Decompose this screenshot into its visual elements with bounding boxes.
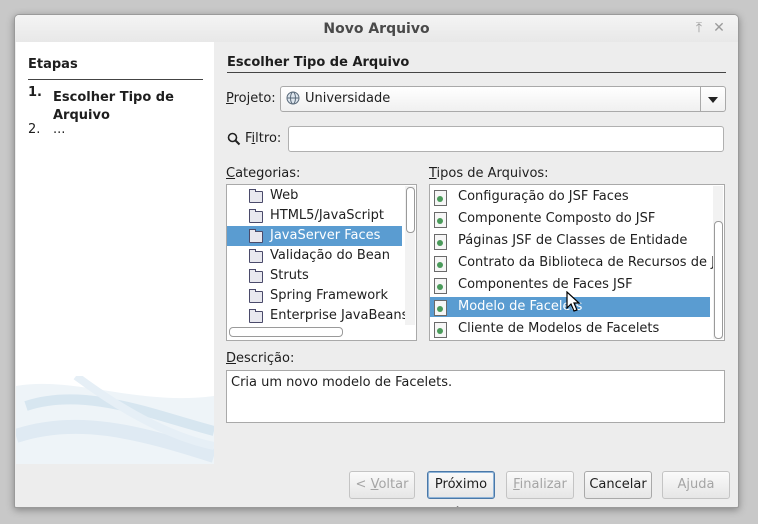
file-types-vscrollbar[interactable]	[713, 186, 723, 339]
filter-input[interactable]	[288, 126, 724, 152]
project-select[interactable]: Universidade	[280, 86, 726, 112]
project-globe-icon	[286, 91, 300, 105]
file-type-item[interactable]: Cliente de Modelos de Facelets	[430, 319, 710, 339]
description-text: Cria um novo modelo de Facelets.	[231, 375, 453, 390]
new-file-dialog: Novo Arquivo ⤒ ✕ Etapas 1. Escolher Tipo…	[14, 14, 739, 508]
file-type-item[interactable]: Páginas JSF de Classes de Entidade	[430, 231, 710, 251]
folder-icon	[249, 289, 263, 303]
description-label: Descrição:	[226, 351, 295, 366]
steps-divider	[28, 79, 203, 80]
file-type-icon	[434, 256, 447, 272]
mouse-pointer-icon	[566, 291, 581, 312]
folder-icon	[249, 209, 263, 223]
title-bar[interactable]: Novo Arquivo ⤒ ✕	[15, 15, 738, 42]
decorative-swoosh-image	[16, 376, 214, 464]
next-button[interactable]: Próximo >	[427, 471, 495, 507]
file-type-icon	[434, 278, 447, 294]
scrollbar-thumb[interactable]	[714, 221, 723, 339]
file-types-label: Tipos de Arquivos:	[429, 166, 549, 181]
file-type-icon	[434, 212, 447, 228]
pin-icon[interactable]: ⤒	[692, 21, 706, 35]
step-label: ...	[53, 122, 66, 137]
category-item[interactable]: Web	[227, 186, 402, 206]
category-item[interactable]: Validação do Bean	[227, 246, 402, 266]
filter-label: Filtro:	[245, 131, 282, 146]
category-item-selected[interactable]: JavaServer Faces	[227, 226, 402, 246]
categories-list[interactable]: Web HTML5/JavaScript JavaServer Faces Va…	[226, 184, 417, 341]
cancel-button[interactable]: Cancelar	[584, 471, 652, 499]
step-number: 1.	[28, 85, 42, 100]
file-type-icon	[434, 300, 447, 316]
folder-icon	[249, 269, 263, 283]
folder-icon	[249, 249, 263, 263]
help-button[interactable]: Ajuda	[662, 471, 730, 499]
description-box: Cria um novo modelo de Facelets.	[226, 370, 725, 423]
title-divider	[227, 72, 726, 73]
file-type-item[interactable]: Contrato da Biblioteca de Recursos de JS…	[430, 253, 724, 273]
finish-button[interactable]: Finalizar	[506, 471, 574, 499]
categories-label: Categorias:	[226, 166, 301, 181]
project-label: Projeto:	[226, 91, 276, 106]
search-icon	[227, 132, 241, 146]
file-type-icon	[434, 234, 447, 250]
scrollbar-thumb[interactable]	[406, 187, 415, 233]
dialog-title: Novo Arquivo	[323, 21, 430, 37]
folder-icon	[249, 229, 263, 243]
close-icon[interactable]: ✕	[712, 21, 726, 35]
file-type-icon	[434, 322, 447, 338]
file-types-list[interactable]: Configuração do JSF Faces Componente Com…	[429, 184, 725, 341]
chevron-down-icon[interactable]	[700, 87, 725, 111]
step-label: Escolher Tipo de Arquivo	[53, 90, 174, 123]
categories-vscrollbar[interactable]	[405, 186, 415, 325]
step-number: 2.	[28, 122, 41, 137]
file-type-item[interactable]: Configuração do JSF Faces	[430, 187, 710, 207]
category-item[interactable]: Spring Framework	[227, 286, 402, 306]
steps-title: Etapas	[28, 57, 78, 72]
steps-pane: Etapas 1. Escolher Tipo de Arquivo 2. ..…	[16, 42, 214, 464]
file-type-icon	[434, 190, 447, 206]
categories-hscrollbar[interactable]	[229, 327, 343, 337]
project-value: Universidade	[305, 91, 391, 106]
category-item[interactable]: Struts	[227, 266, 402, 286]
folder-icon	[249, 189, 263, 203]
folder-icon	[249, 309, 263, 323]
file-type-item[interactable]: Componente Composto do JSF	[430, 209, 710, 229]
category-item[interactable]: HTML5/JavaScript	[227, 206, 402, 226]
category-item[interactable]: Enterprise JavaBeans	[227, 306, 408, 326]
back-button[interactable]: < Voltar	[349, 471, 415, 499]
page-title: Escolher Tipo de Arquivo	[227, 55, 410, 70]
